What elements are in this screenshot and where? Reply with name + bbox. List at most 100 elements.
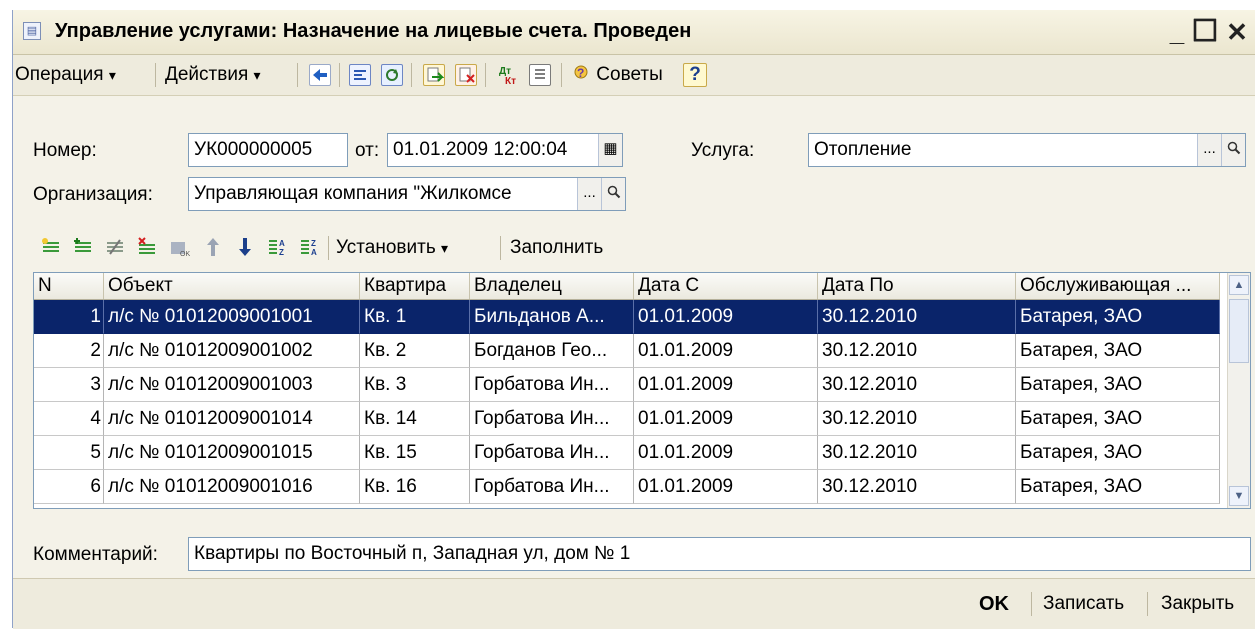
- cell-owner[interactable]: Горбатова Ин...: [470, 368, 634, 402]
- cell-object[interactable]: л/с № 01012009001001: [104, 300, 360, 334]
- cell-object[interactable]: л/с № 01012009001002: [104, 334, 360, 368]
- close-window-button[interactable]: ✕: [1221, 16, 1253, 48]
- scroll-down-icon[interactable]: ▼: [1229, 486, 1249, 506]
- cell-date-to[interactable]: 30.12.2010: [818, 436, 1016, 470]
- column-header-date-from[interactable]: Дата С: [634, 273, 818, 299]
- title-bar[interactable]: ▤ Управление услугами: Назначение на лиц…: [13, 10, 1255, 55]
- save-button[interactable]: Записать: [1039, 587, 1128, 621]
- toolbar-divider: [411, 63, 412, 87]
- cell-date-from[interactable]: 01.01.2009: [634, 436, 818, 470]
- cell-date-from[interactable]: 01.01.2009: [634, 402, 818, 436]
- move-up-icon[interactable]: [202, 236, 224, 258]
- cell-date-to[interactable]: 30.12.2010: [818, 334, 1016, 368]
- table-row[interactable]: 6 л/с № 01012009001016 Кв. 16 Горбатова Ин.…: [34, 470, 1220, 504]
- calendar-icon[interactable]: ▦: [598, 134, 622, 166]
- column-header-date-to[interactable]: Дата По: [818, 273, 1016, 299]
- print-form-icon[interactable]: [529, 64, 551, 86]
- cell-service-org[interactable]: Батарея, ЗАО: [1016, 436, 1220, 470]
- cell-flat[interactable]: Кв. 2: [360, 334, 470, 368]
- refresh-icon[interactable]: [381, 64, 403, 86]
- tips-button[interactable]: ? Советы: [571, 61, 663, 89]
- vertical-scrollbar[interactable]: ▲ ▼: [1227, 273, 1250, 508]
- cell-owner[interactable]: Горбатова Ин...: [470, 436, 634, 470]
- scroll-up-icon[interactable]: ▲: [1229, 275, 1249, 295]
- unpost-document-icon[interactable]: [455, 64, 477, 86]
- fill-button[interactable]: Заполнить: [510, 234, 603, 262]
- scroll-thumb[interactable]: [1229, 299, 1249, 363]
- organization-open-icon[interactable]: [601, 178, 625, 210]
- cell-date-to[interactable]: 30.12.2010: [818, 402, 1016, 436]
- sort-descending-icon[interactable]: ZA: [298, 236, 320, 258]
- operation-menu[interactable]: Операция ▾: [15, 61, 116, 89]
- cell-object[interactable]: л/с № 01012009001016: [104, 470, 360, 504]
- column-header-service-org[interactable]: Обслуживающая ...: [1016, 273, 1220, 299]
- table-row[interactable]: 3 л/с № 01012009001003 Кв. 3 Горбатова Ин..…: [34, 368, 1220, 402]
- cell-object[interactable]: л/с № 01012009001014: [104, 402, 360, 436]
- cell-n[interactable]: 3: [34, 368, 104, 402]
- go-back-icon[interactable]: [309, 64, 331, 86]
- cell-date-to[interactable]: 30.12.2010: [818, 368, 1016, 402]
- delete-row-icon[interactable]: [136, 236, 158, 258]
- service-field[interactable]: Отопление ...: [808, 133, 1246, 167]
- cell-service-org[interactable]: Батарея, ЗАО: [1016, 402, 1220, 436]
- organization-field[interactable]: Управляющая компания "Жилкомсе ...: [188, 177, 626, 211]
- table-row[interactable]: 2 л/с № 01012009001002 Кв. 2 Богданов Гео..…: [34, 334, 1220, 368]
- cell-object[interactable]: л/с № 01012009001003: [104, 368, 360, 402]
- cell-service-org[interactable]: Батарея, ЗАО: [1016, 470, 1220, 504]
- cell-flat[interactable]: Кв. 1: [360, 300, 470, 334]
- cell-owner[interactable]: Богданов Гео...: [470, 334, 634, 368]
- table-row[interactable]: 5 л/с № 01012009001015 Кв. 15 Горбатова Ин.…: [34, 436, 1220, 470]
- cell-date-from[interactable]: 01.01.2009: [634, 470, 818, 504]
- cell-date-from[interactable]: 01.01.2009: [634, 334, 818, 368]
- debit-credit-icon[interactable]: Дт Кт: [497, 64, 519, 87]
- footer-bar: OK Записать Закрыть: [13, 578, 1255, 629]
- cell-n[interactable]: 2: [34, 334, 104, 368]
- cell-flat[interactable]: Кв. 14: [360, 402, 470, 436]
- column-header-n[interactable]: N: [34, 273, 104, 299]
- column-header-flat[interactable]: Квартира: [360, 273, 470, 299]
- edit-row-icon[interactable]: [104, 236, 126, 258]
- cell-flat[interactable]: Кв. 16: [360, 470, 470, 504]
- help-button[interactable]: ?: [683, 63, 707, 87]
- cell-owner[interactable]: Горбатова Ин...: [470, 470, 634, 504]
- cell-date-to[interactable]: 30.12.2010: [818, 300, 1016, 334]
- service-label: Услуга:: [691, 140, 755, 161]
- cell-date-from[interactable]: 01.01.2009: [634, 368, 818, 402]
- cell-flat[interactable]: Кв. 3: [360, 368, 470, 402]
- move-down-icon[interactable]: [234, 236, 256, 258]
- cell-n[interactable]: 6: [34, 470, 104, 504]
- post-document-icon[interactable]: [423, 64, 445, 86]
- actions-menu[interactable]: Действия ▾: [165, 61, 261, 89]
- cell-n[interactable]: 1: [34, 300, 104, 334]
- number-field[interactable]: УК000000005: [188, 133, 348, 167]
- end-edit-icon[interactable]: OK: [168, 236, 190, 258]
- column-header-owner[interactable]: Владелец: [470, 273, 634, 299]
- date-field[interactable]: 01.01.2009 12:00:04 ▦: [387, 133, 623, 167]
- sort-ascending-icon[interactable]: AZ: [266, 236, 288, 258]
- cell-service-org[interactable]: Батарея, ЗАО: [1016, 334, 1220, 368]
- add-row-icon[interactable]: [40, 236, 62, 258]
- cell-date-from[interactable]: 01.01.2009: [634, 300, 818, 334]
- ok-button[interactable]: OK: [975, 587, 1013, 621]
- maximize-button[interactable]: ☐: [1189, 16, 1221, 48]
- cell-flat[interactable]: Кв. 15: [360, 436, 470, 470]
- cell-service-org[interactable]: Батарея, ЗАО: [1016, 368, 1220, 402]
- set-menu[interactable]: Установить ▾: [336, 234, 448, 262]
- service-select-button[interactable]: ...: [1197, 134, 1221, 166]
- cell-service-org[interactable]: Батарея, ЗАО: [1016, 300, 1220, 334]
- table-row[interactable]: 4 л/с № 01012009001014 Кв. 14 Горбатова Ин.…: [34, 402, 1220, 436]
- copy-row-icon[interactable]: [72, 236, 94, 258]
- organization-select-button[interactable]: ...: [577, 178, 601, 210]
- service-open-icon[interactable]: [1221, 134, 1245, 166]
- table-row[interactable]: 1 л/с № 01012009001001 Кв. 1 Бильданов А...…: [34, 300, 1220, 334]
- cell-owner[interactable]: Горбатова Ин...: [470, 402, 634, 436]
- column-header-object[interactable]: Объект: [104, 273, 360, 299]
- close-button[interactable]: Закрыть: [1157, 587, 1238, 621]
- cell-date-to[interactable]: 30.12.2010: [818, 470, 1016, 504]
- cell-n[interactable]: 4: [34, 402, 104, 436]
- cell-owner[interactable]: Бильданов А...: [470, 300, 634, 334]
- cell-object[interactable]: л/с № 01012009001015: [104, 436, 360, 470]
- structure-icon[interactable]: [349, 64, 371, 86]
- cell-n[interactable]: 5: [34, 436, 104, 470]
- comment-field[interactable]: Квартиры по Восточный п, Западная ул, до…: [188, 537, 1251, 571]
